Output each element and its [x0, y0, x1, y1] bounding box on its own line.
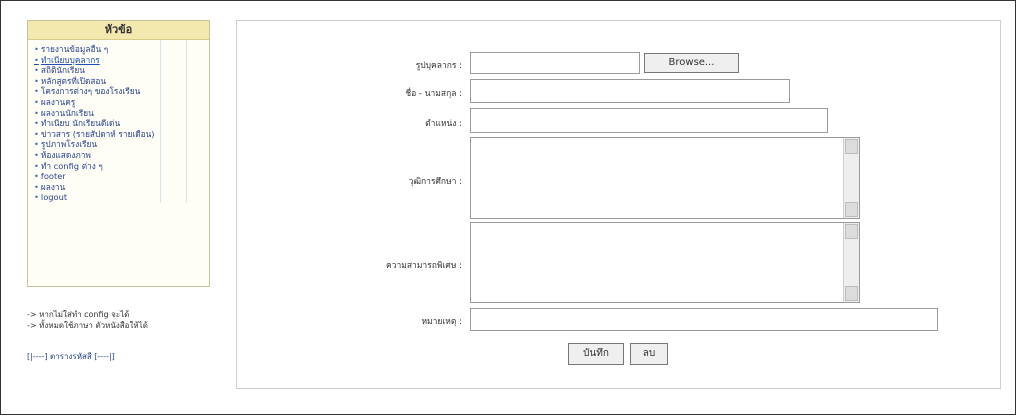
sidebar-item-label: หลักสูตรที่เปิดสอน	[40, 75, 107, 86]
sidebar-item[interactable]: • ผลงาน	[34, 182, 203, 193]
sidebar-item-label: ผลงานนักเรียน	[40, 107, 94, 118]
expertise-textarea[interactable]	[470, 222, 860, 303]
sidebar-item[interactable]: • logout	[34, 192, 203, 203]
sidebar-item-label: ผลงาน	[40, 181, 66, 192]
bullet-icon: •	[34, 181, 39, 192]
sidebar-item[interactable]: • รูปภาพโรงเรียน	[34, 139, 203, 150]
sidebar-item[interactable]: • ทำเนียบบุคลากร	[34, 55, 203, 66]
bullet-icon: •	[34, 65, 39, 76]
bullet-icon: •	[34, 86, 39, 97]
sidebar-item[interactable]: • ทำ config ต่าง ๆ	[34, 161, 203, 172]
bullet-icon: •	[34, 107, 39, 118]
sidebar-menu: หัวข้อ • รายงานข้อมูลอื่น ๆ • ทำเนียบบุคลาก…	[27, 20, 210, 287]
expertise-scrollbar[interactable]	[843, 223, 859, 302]
color-code-link[interactable]: [|----] ตารางรหัสสี [----|]	[27, 350, 115, 363]
name-input[interactable]	[470, 79, 790, 103]
sidebar-item-label: ข่าวสาร (รายสัปดาห์ รายเดือน)	[40, 128, 155, 139]
education-label: วุฒิการศึกษา :	[408, 177, 462, 187]
sidebar-item-label: ห้องแสดงภาพ	[40, 149, 91, 160]
sidebar-item[interactable]: • footer	[34, 171, 203, 182]
sidebar-item-label: footer	[40, 171, 66, 182]
name-label: ชื่อ - นามสกุล :	[405, 89, 462, 99]
sidebar-item-label: สถิตินักเรียน	[40, 65, 85, 76]
bullet-icon: •	[34, 171, 39, 182]
sidebar-item[interactable]: • ห้องแสดงภาพ	[34, 150, 203, 161]
education-textarea[interactable]	[470, 137, 860, 219]
sidebar-item[interactable]: • ผลงานครู	[34, 97, 203, 108]
remark-input[interactable]	[470, 308, 938, 331]
bullet-icon: •	[34, 160, 39, 171]
bullet-icon: •	[34, 128, 39, 139]
save-button[interactable]: บันทึก	[568, 343, 624, 365]
bullet-icon: •	[34, 96, 39, 107]
bullet-icon: •	[34, 44, 39, 54]
position-label: ตำแหน่ง :	[425, 119, 462, 129]
sidebar-items: • รายงานข้อมูลอื่น ๆ • ทำเนียบบุคลากร • สถิติ…	[28, 40, 209, 203]
bullet-icon: •	[34, 139, 39, 150]
sidebar-item-label: รูปภาพโรงเรียน	[40, 139, 98, 150]
sidebar-item-label: โครงการต่างๆ ของโรงเรียน	[40, 86, 141, 97]
sidebar-item-label: รายงานข้อมูลอื่น ๆ	[40, 44, 109, 54]
sidebar-item-label: ผลงานครู	[40, 96, 76, 107]
sidebar-note: -> ทั้งหมดใช้ภาษา ตัวหนังสือให้ได้	[27, 321, 148, 330]
photo-label: รูปบุคลากร :	[415, 61, 462, 71]
bullet-icon: •	[34, 149, 39, 160]
education-scrollbar[interactable]	[843, 138, 859, 218]
bullet-icon: •	[34, 54, 39, 65]
position-input[interactable]	[470, 108, 828, 133]
bullet-icon: •	[34, 75, 39, 86]
sidebar-item[interactable]: • โครงการต่างๆ ของโรงเรียน	[34, 86, 203, 97]
sidebar-item[interactable]: • หลักสูตรที่เปิดสอน	[34, 76, 203, 87]
expertise-label: ความสามารถพิเศษ :	[386, 261, 462, 271]
sidebar-item-label: ทำเนียบ นักเรียนดีเด่น	[40, 118, 121, 129]
sidebar-item-label: logout	[40, 192, 68, 203]
browse-button[interactable]: Browse...	[644, 53, 739, 73]
sidebar-item[interactable]: • ผลงานนักเรียน	[34, 108, 203, 119]
remark-label: หมายเหตุ :	[421, 317, 462, 327]
photo-file-input[interactable]	[470, 52, 640, 74]
sidebar-item[interactable]: • รายงานข้อมูลอื่น ๆ	[34, 44, 203, 55]
delete-button[interactable]: ลบ	[630, 343, 668, 365]
sidebar-item-label: ทำเนียบบุคลากร	[40, 54, 100, 65]
bullet-icon: •	[34, 192, 39, 203]
bullet-icon: •	[34, 118, 39, 129]
sidebar-item[interactable]: • สถิตินักเรียน	[34, 65, 203, 76]
form-panel: รูปบุคลากร : Browse... ชื่อ - นามสกุล : …	[236, 20, 1001, 389]
sidebar-item-label: ทำ config ต่าง ๆ	[40, 160, 103, 171]
sidebar-title: หัวข้อ	[28, 21, 209, 40]
sidebar-item[interactable]: • ทำเนียบ นักเรียนดีเด่น	[34, 118, 203, 129]
sidebar-item[interactable]: • ข่าวสาร (รายสัปดาห์ รายเดือน)	[34, 129, 203, 140]
